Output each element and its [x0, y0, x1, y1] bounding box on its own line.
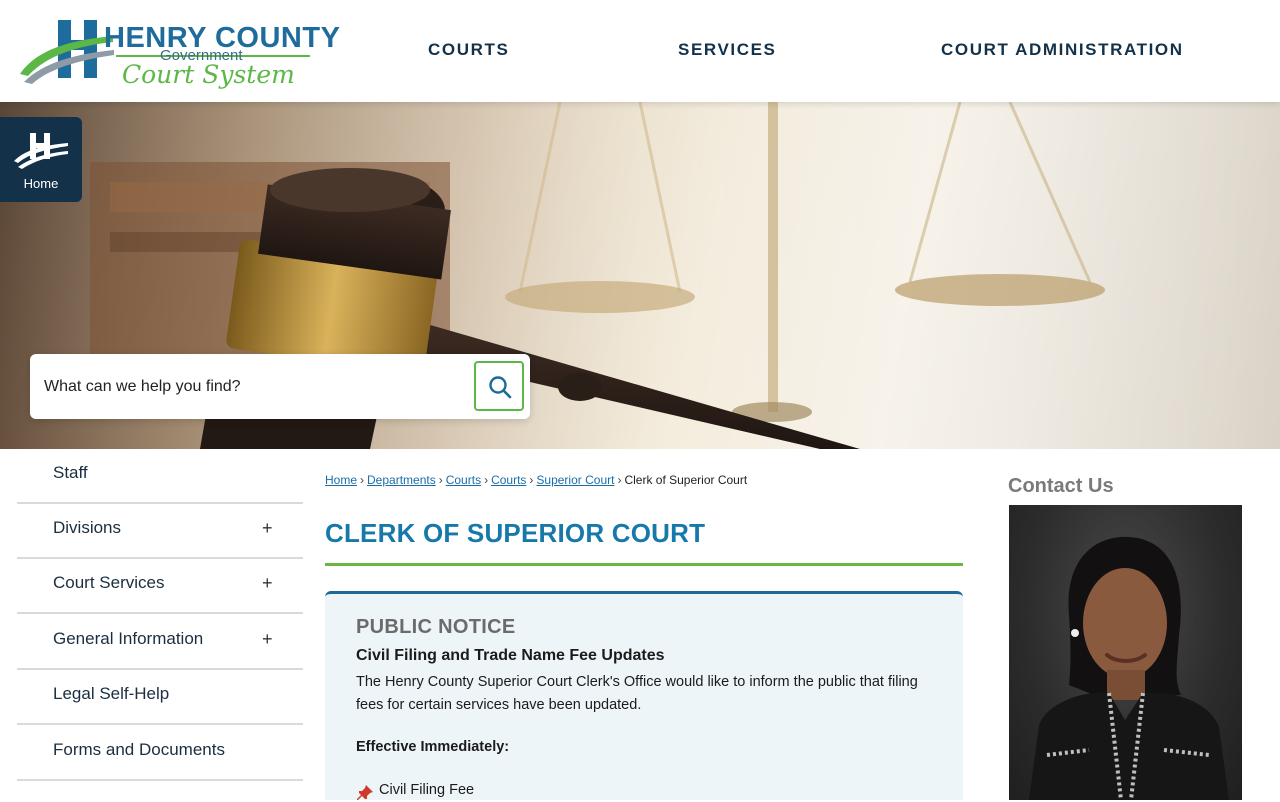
pushpin-icon	[357, 785, 373, 800]
search-input[interactable]	[44, 372, 464, 402]
breadcrumb-separator: ›	[484, 473, 489, 487]
nav-court-administration[interactable]: COURT ADMINISTRATION	[941, 40, 1184, 60]
sidebar-item-label: Forms and Documents	[53, 740, 225, 759]
breadcrumb-link-courts-2[interactable]: Courts	[491, 473, 526, 487]
sidebar-item-legal-self-help[interactable]: Legal Self-Help	[17, 670, 303, 725]
breadcrumb-current: Clerk of Superior Court	[624, 473, 748, 487]
nav-services[interactable]: SERVICES	[678, 40, 776, 60]
sidebar-item-divisions[interactable]: Divisions +	[17, 504, 303, 559]
expand-plus-icon[interactable]: +	[262, 518, 273, 539]
breadcrumb-link-home[interactable]: Home	[325, 473, 357, 487]
portrait-image	[1029, 536, 1229, 800]
notice-heading: PUBLIC NOTICE	[356, 616, 516, 638]
logo-script-text: Court System	[122, 60, 295, 89]
title-divider	[325, 563, 963, 566]
breadcrumb-separator: ›	[529, 473, 534, 487]
search-box	[30, 354, 530, 419]
expand-plus-icon[interactable]: +	[262, 629, 273, 650]
contact-us-heading: Contact Us	[1008, 475, 1114, 497]
page-title: CLERK OF SUPERIOR COURT	[325, 518, 706, 548]
sidebar-item-staff[interactable]: Staff	[17, 449, 303, 504]
nav-courts[interactable]: COURTS	[428, 40, 509, 60]
home-tab-button[interactable]: Home	[0, 117, 82, 202]
sidebar-item-general-information[interactable]: General Information +	[17, 615, 303, 670]
breadcrumb-separator: ›	[617, 473, 622, 487]
notice-subheading: Civil Filing and Trade Name Fee Updates	[356, 647, 665, 664]
search-icon	[489, 376, 512, 399]
sidebar-item-label: Divisions	[53, 518, 122, 537]
sidebar-item-label: Legal Self-Help	[53, 684, 170, 703]
search-button[interactable]	[474, 361, 524, 411]
breadcrumb-link-departments[interactable]: Departments	[367, 473, 436, 487]
clerk-portrait-photo	[1009, 505, 1242, 800]
sidebar-item-label: General Information	[53, 629, 204, 648]
sidebar-item-label: Court Services	[53, 573, 165, 592]
breadcrumb-separator: ›	[438, 473, 443, 487]
breadcrumb-link-courts[interactable]: Courts	[446, 473, 481, 487]
sidebar-item-forms-and-documents[interactable]: Forms and Documents	[17, 726, 303, 781]
breadcrumb-separator: ›	[360, 473, 365, 487]
logo-h-mark-icon	[20, 20, 114, 84]
notice-effective-label: Effective Immediately:	[356, 739, 510, 755]
site-header: HENRY COUNTY Government Court System COU…	[0, 0, 1280, 102]
expand-plus-icon[interactable]: +	[262, 573, 273, 594]
sidebar-item-label: Staff	[53, 463, 88, 482]
public-notice-panel: PUBLIC NOTICE Civil Filing and Trade Nam…	[325, 591, 963, 800]
breadcrumb-link-superior-court[interactable]: Superior Court	[536, 473, 614, 487]
home-tab-label: Home	[23, 176, 59, 191]
site-logo[interactable]: HENRY COUNTY Government Court System	[18, 14, 340, 96]
breadcrumb: Home › Departments › Courts › Courts › Superior …	[325, 473, 747, 487]
home-h-icon	[14, 133, 68, 169]
notice-body: The Henry County Superior Court Clerk's …	[356, 674, 918, 713]
sidebar-item-court-services[interactable]: Court Services +	[17, 559, 303, 614]
notice-list-item: Civil Filing Fee	[379, 782, 475, 798]
